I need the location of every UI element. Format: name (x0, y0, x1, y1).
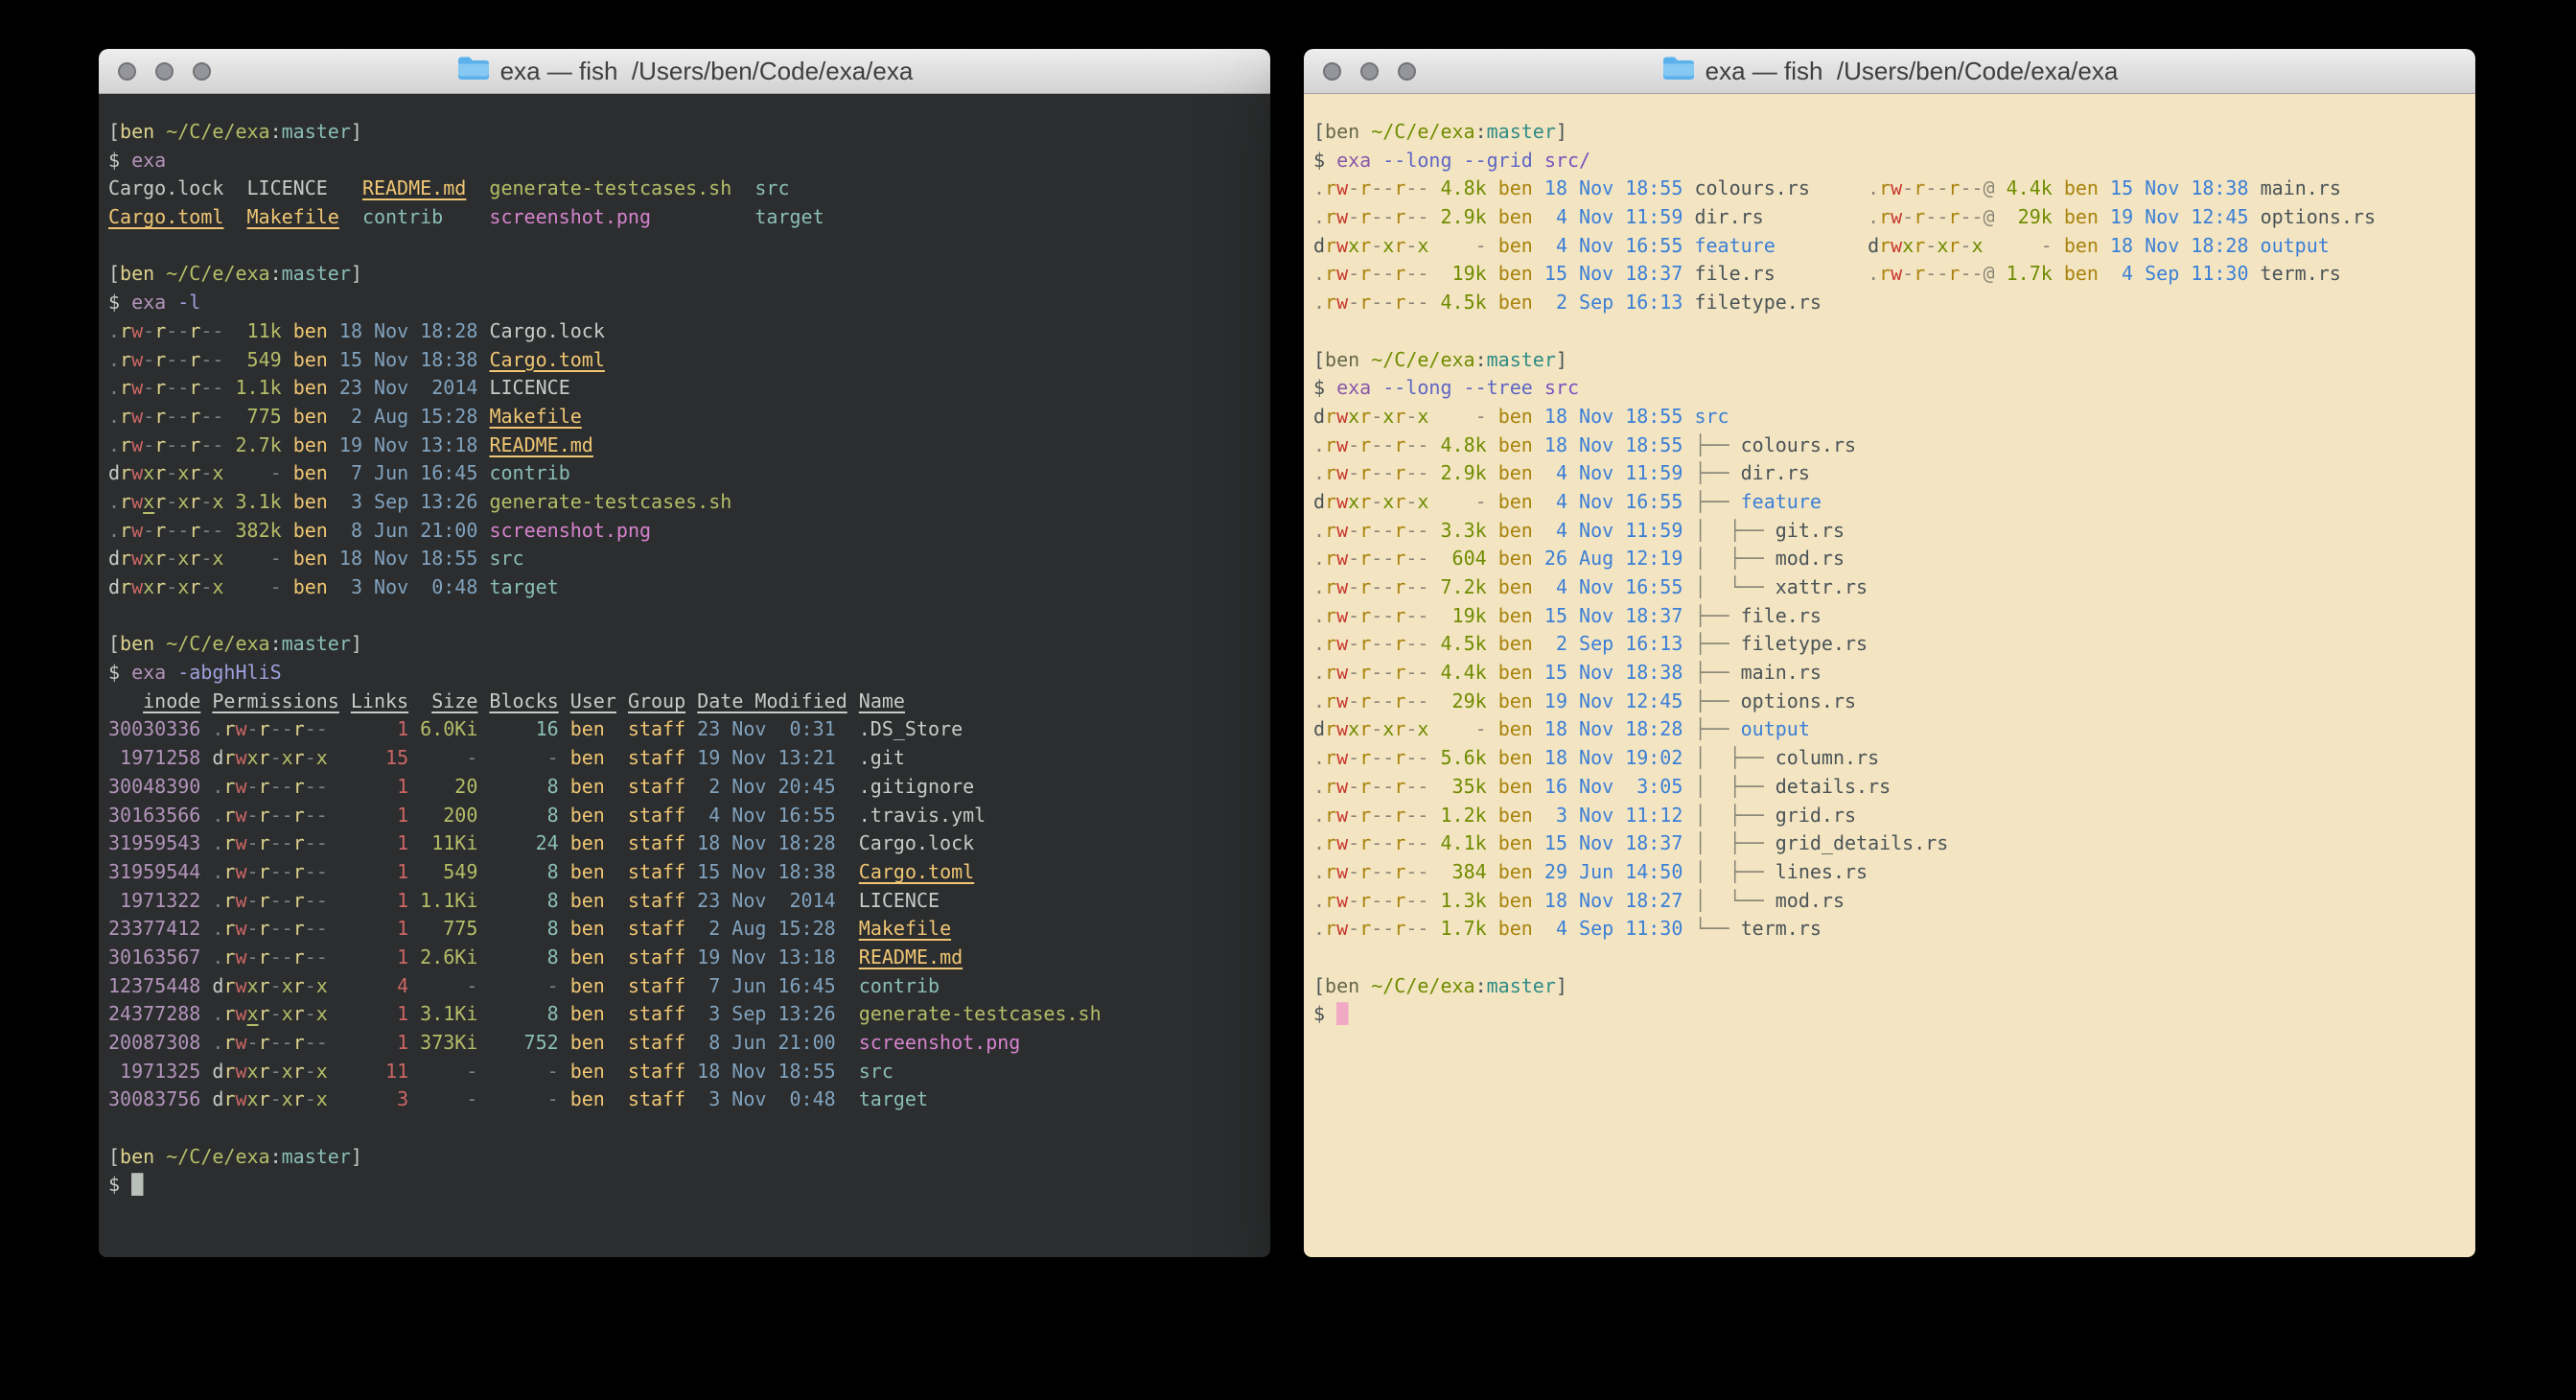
terminal-line: 31959543 .rw-r--r-- 1 11Ki 24 ben staff … (108, 829, 1261, 858)
terminal-line: $ exa (108, 147, 1261, 175)
terminal-line: 23377412 .rw-r--r-- 1 775 8 ben staff 2 … (108, 915, 1261, 944)
terminal-line: .rw-r--r-- 19k ben 15 Nov 18:37 ├── file… (1313, 602, 2466, 631)
terminal-window-light: exa — fish /Users/ben/Code/exa/exa [ben … (1304, 49, 2475, 1257)
terminal-line: [ben ~/C/e/exa:master] (1313, 118, 2466, 147)
terminal-line: 30030336 .rw-r--r-- 1 6.0Ki 16 ben staff… (108, 715, 1261, 744)
minimize-button[interactable] (155, 62, 174, 81)
terminal-line: Cargo.toml Makefile contrib screenshot.p… (108, 203, 1261, 232)
terminal-line: 20087308 .rw-r--r-- 1 373Ki 752 ben staf… (108, 1029, 1261, 1058)
terminal-line: .rwxr-xr-x 3.1k ben 3 Sep 13:26 generate… (108, 488, 1261, 517)
folder-icon (1661, 55, 1694, 87)
terminal-line: 1971322 .rw-r--r-- 1 1.1Ki 8 ben staff 2… (108, 887, 1261, 916)
terminal-line: inode Permissions Links Size Blocks User… (108, 688, 1261, 716)
terminal-line: drwxr-xr-x - ben 7 Jun 16:45 contrib (108, 459, 1261, 488)
terminal-line: $ exa -abghHliS (108, 659, 1261, 688)
window-title-text: exa — fish /Users/ben/Code/exa/exa (500, 57, 914, 86)
terminal-line: .rw-r--r-- 549 ben 15 Nov 18:38 Cargo.to… (108, 346, 1261, 375)
terminal-line: 30163566 .rw-r--r-- 1 200 8 ben staff 4 … (108, 802, 1261, 830)
terminal-line: .rw-r--r-- 1.2k ben 3 Nov 11:12 │ ├── gr… (1313, 802, 2466, 830)
terminal-line: $ █ (108, 1171, 1261, 1200)
title-bar[interactable]: exa — fish /Users/ben/Code/exa/exa (99, 49, 1270, 94)
terminal-screen[interactable]: [ben ~/C/e/exa:master]$ exa --long --gri… (1304, 94, 2475, 1257)
terminal-line: .rw-r--r-- 1.7k ben 4 Sep 11:30 └── term… (1313, 915, 2466, 944)
terminal-line: drwxr-xr-x - ben 3 Nov 0:48 target (108, 573, 1261, 602)
terminal-line: drwxr-xr-x - ben 4 Nov 16:55 feature drw… (1313, 232, 2466, 261)
terminal-line: [ben ~/C/e/exa:master] (108, 1143, 1261, 1172)
terminal-line: $ exa --long --grid src/ (1313, 147, 2466, 175)
terminal-line: .rw-r--r-- 35k ben 16 Nov 3:05 │ ├── det… (1313, 773, 2466, 802)
terminal-line: [ben ~/C/e/exa:master] (1313, 346, 2466, 375)
terminal-line (1313, 317, 2466, 346)
terminal-line: .rw-r--r-- 775 ben 2 Aug 15:28 Makefile (108, 403, 1261, 432)
terminal-line: .rw-r--r-- 11k ben 18 Nov 18:28 Cargo.lo… (108, 317, 1261, 346)
terminal-line: .rw-r--r-- 2.7k ben 19 Nov 13:18 README.… (108, 432, 1261, 460)
terminal-line: .rw-r--r-- 4.4k ben 15 Nov 18:38 ├── mai… (1313, 659, 2466, 688)
terminal-line (108, 602, 1261, 631)
terminal-line: [ben ~/C/e/exa:master] (108, 630, 1261, 659)
zoom-button[interactable] (1398, 62, 1416, 81)
terminal-line: [ben ~/C/e/exa:master] (108, 118, 1261, 147)
terminal-line: .rw-r--r-- 384 ben 29 Jun 14:50 │ ├── li… (1313, 858, 2466, 887)
minimize-button[interactable] (1360, 62, 1379, 81)
terminal-line: .rw-r--r-- 2.9k ben 4 Nov 11:59 dir.rs .… (1313, 203, 2466, 232)
cursor: █ (131, 1173, 143, 1196)
terminal-line: 1971325 drwxr-xr-x 11 - - ben staff 18 N… (108, 1058, 1261, 1086)
terminal-line: 1971258 drwxr-xr-x 15 - - ben staff 19 N… (108, 744, 1261, 773)
terminal-screen[interactable]: [ben ~/C/e/exa:master]$ exaCargo.lock LI… (99, 94, 1270, 1257)
terminal-line: .rw-r--r-- 7.2k ben 4 Nov 16:55 │ └── xa… (1313, 573, 2466, 602)
terminal-line (108, 232, 1261, 261)
window-title: exa — fish /Users/ben/Code/exa/exa (1661, 55, 2119, 87)
zoom-button[interactable] (193, 62, 211, 81)
terminal-line: $ exa --long --tree src (1313, 374, 2466, 403)
close-button[interactable] (1323, 62, 1341, 81)
terminal-line: .rw-r--r-- 2.9k ben 4 Nov 11:59 ├── dir.… (1313, 459, 2466, 488)
terminal-line: .rw-r--r-- 1.1k ben 23 Nov 2014 LICENCE (108, 374, 1261, 403)
terminal-line: 30048390 .rw-r--r-- 1 20 8 ben staff 2 N… (108, 773, 1261, 802)
desktop: { "palette": { "dark": { "bg": "#2b2d2e"… (0, 0, 2576, 1400)
terminal-line: 24377288 .rwxr-xr-x 1 3.1Ki 8 ben staff … (108, 1000, 1261, 1029)
terminal-line (1313, 944, 2466, 972)
terminal-window-dark: exa — fish /Users/ben/Code/exa/exa [ben … (99, 49, 1270, 1257)
terminal-line: 31959544 .rw-r--r-- 1 549 8 ben staff 15… (108, 858, 1261, 887)
terminal-line: .rw-r--r-- 5.6k ben 18 Nov 19:02 │ ├── c… (1313, 744, 2466, 773)
terminal-line: .rw-r--r-- 3.3k ben 4 Nov 11:59 │ ├── gi… (1313, 517, 2466, 546)
terminal-line: drwxr-xr-x - ben 18 Nov 18:28 ├── output (1313, 715, 2466, 744)
terminal-line: .rw-r--r-- 4.5k ben 2 Sep 16:13 ├── file… (1313, 630, 2466, 659)
terminal-line: .rw-r--r-- 4.8k ben 18 Nov 18:55 ├── col… (1313, 432, 2466, 460)
traffic-lights (118, 62, 211, 81)
terminal-line: drwxr-xr-x - ben 18 Nov 18:55 src (108, 545, 1261, 573)
terminal-line: .rw-r--r-- 4.1k ben 15 Nov 18:37 │ ├── g… (1313, 829, 2466, 858)
terminal-line: .rw-r--r-- 382k ben 8 Jun 21:00 screensh… (108, 517, 1261, 546)
terminal-line: .rw-r--r-- 19k ben 15 Nov 18:37 file.rs … (1313, 260, 2466, 289)
close-button[interactable] (118, 62, 136, 81)
terminal-line: 30083756 drwxr-xr-x 3 - - ben staff 3 No… (108, 1085, 1261, 1114)
terminal-line: .rw-r--r-- 1.3k ben 18 Nov 18:27 │ └── m… (1313, 887, 2466, 916)
terminal-line: .rw-r--r-- 29k ben 19 Nov 12:45 ├── opti… (1313, 688, 2466, 716)
terminal-line: $ █ (1313, 1000, 2466, 1029)
terminal-line: .rw-r--r-- 604 ben 26 Aug 12:19 │ ├── mo… (1313, 545, 2466, 573)
terminal-line: Cargo.lock LICENCE README.md generate-te… (108, 175, 1261, 203)
title-bar[interactable]: exa — fish /Users/ben/Code/exa/exa (1304, 49, 2475, 94)
terminal-line: [ben ~/C/e/exa:master] (1313, 972, 2466, 1001)
window-title-text: exa — fish /Users/ben/Code/exa/exa (1706, 57, 2119, 86)
cursor: █ (1336, 1002, 1348, 1025)
terminal-line: .rw-r--r-- 4.8k ben 18 Nov 18:55 colours… (1313, 175, 2466, 203)
terminal-line: $ exa -l (108, 289, 1261, 317)
terminal-line: drwxr-xr-x - ben 18 Nov 18:55 src (1313, 403, 2466, 432)
terminal-line (108, 1114, 1261, 1143)
traffic-lights (1323, 62, 1416, 81)
terminal-line: 12375448 drwxr-xr-x 4 - - ben staff 7 Ju… (108, 972, 1261, 1001)
folder-icon (456, 55, 489, 87)
window-title: exa — fish /Users/ben/Code/exa/exa (456, 55, 914, 87)
terminal-line: .rw-r--r-- 4.5k ben 2 Sep 16:13 filetype… (1313, 289, 2466, 317)
terminal-line: [ben ~/C/e/exa:master] (108, 260, 1261, 289)
terminal-line: 30163567 .rw-r--r-- 1 2.6Ki 8 ben staff … (108, 944, 1261, 972)
terminal-line: drwxr-xr-x - ben 4 Nov 16:55 ├── feature (1313, 488, 2466, 517)
